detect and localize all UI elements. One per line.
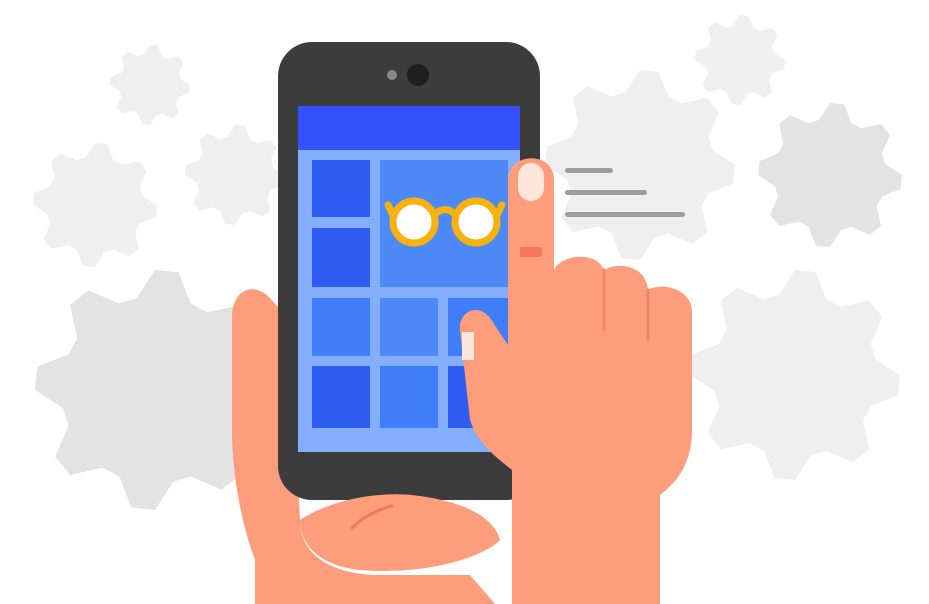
glasses-lens-left: [389, 197, 439, 247]
gear-shape: [690, 270, 900, 480]
app-tile: [312, 228, 370, 287]
glasses-lens-right: [451, 197, 501, 247]
gear-shape: [110, 45, 190, 125]
app-tile: [312, 298, 370, 356]
app-bar: [298, 106, 520, 150]
finger-knuckle: [520, 247, 542, 257]
gear-icon: [185, 125, 285, 225]
app-tile: [380, 298, 438, 356]
gear-shape: [33, 143, 157, 267]
phone-sensor: [387, 70, 397, 80]
accessibility-illustration: [33, 15, 902, 604]
gear-shape: [695, 15, 785, 105]
detail-line: [565, 190, 647, 195]
fingernail: [518, 163, 544, 201]
gear-icon: [690, 270, 900, 480]
glasses-arm: [384, 201, 397, 219]
phone-camera: [407, 64, 429, 86]
gear-icon: [758, 103, 902, 247]
gear-shape: [545, 70, 735, 260]
thumb-nail: [462, 332, 474, 360]
gear-shape: [758, 103, 902, 247]
app-tile: [312, 366, 370, 428]
app-tile: [380, 366, 438, 428]
gear-icon: [545, 70, 735, 260]
left-thumb: [300, 494, 500, 571]
glasses-arm: [493, 201, 506, 219]
gear-icon: [110, 45, 190, 125]
gear-icon: [33, 143, 157, 267]
app-tile: [312, 160, 370, 217]
gear-icon: [695, 15, 785, 105]
detail-line: [565, 212, 685, 217]
gear-shape: [185, 125, 285, 225]
detail-line: [565, 168, 613, 173]
left-thumb-shape: [300, 494, 500, 571]
